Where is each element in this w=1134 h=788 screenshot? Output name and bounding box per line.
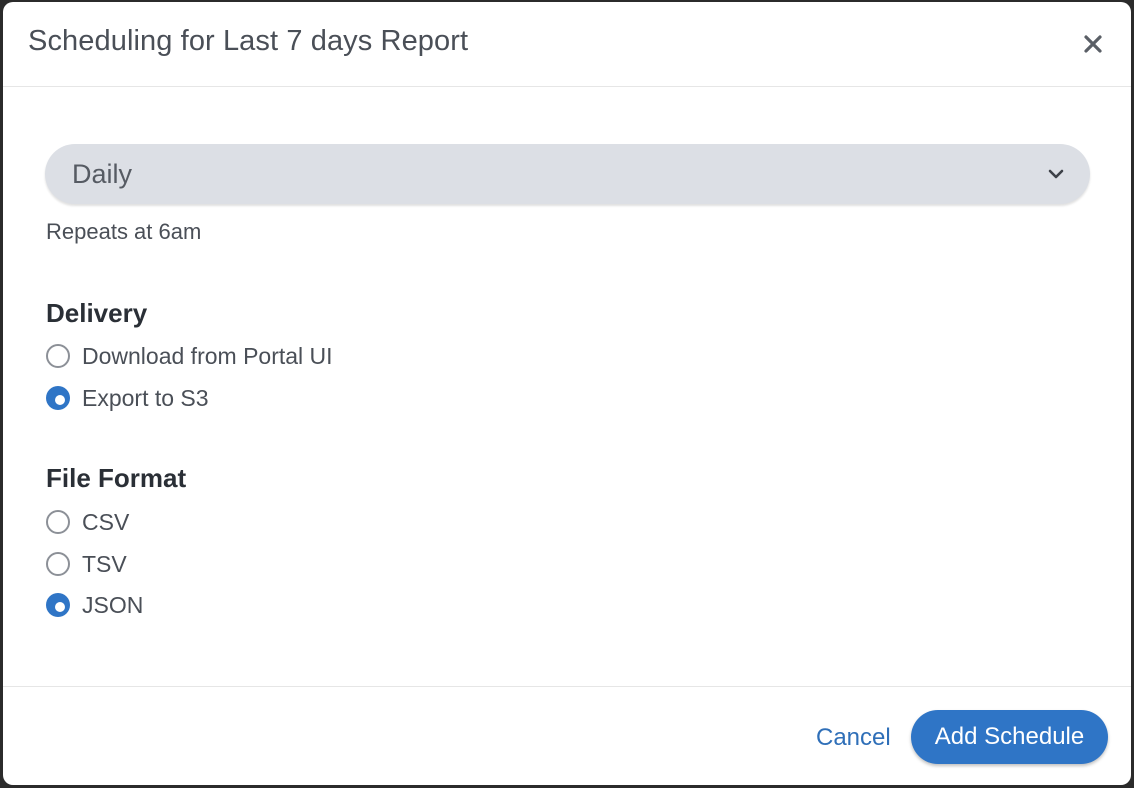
dialog-footer: Cancel Add Schedule bbox=[3, 686, 1131, 785]
add-schedule-button[interactable]: Add Schedule bbox=[911, 710, 1108, 764]
delivery-option-download[interactable]: Download from Portal UI bbox=[46, 341, 333, 371]
dialog-title: Scheduling for Last 7 days Report bbox=[28, 25, 469, 57]
radio-label: Download from Portal UI bbox=[82, 342, 333, 369]
file-format-option-tsv[interactable]: TSV bbox=[46, 549, 127, 579]
frequency-select-value: Daily bbox=[72, 159, 133, 189]
radio-button-checked[interactable] bbox=[46, 386, 70, 410]
delivery-option-s3[interactable]: Export to S3 bbox=[46, 383, 209, 413]
radio-label: Export to S3 bbox=[82, 384, 209, 411]
close-icon bbox=[1084, 35, 1102, 53]
radio-label: JSON bbox=[82, 591, 144, 618]
chevron-down-icon bbox=[1048, 169, 1064, 179]
dialog-header: Scheduling for Last 7 days Report bbox=[3, 2, 1131, 87]
radio-button[interactable] bbox=[46, 552, 70, 576]
file-format-option-json[interactable]: JSON bbox=[46, 590, 143, 620]
delivery-section-title: Delivery bbox=[46, 298, 148, 328]
radio-label: CSV bbox=[82, 508, 130, 535]
radio-button-checked[interactable] bbox=[46, 593, 70, 617]
radio-button[interactable] bbox=[46, 510, 70, 534]
close-button[interactable] bbox=[1079, 30, 1107, 58]
repeat-helper-text: Repeats at 6am bbox=[46, 219, 202, 244]
schedule-dialog: Scheduling for Last 7 days Report Daily … bbox=[3, 2, 1131, 785]
file-format-option-csv[interactable]: CSV bbox=[46, 507, 129, 537]
add-schedule-button-label: Add Schedule bbox=[934, 723, 1085, 750]
cancel-button[interactable]: Cancel bbox=[816, 724, 891, 752]
file-format-section-title: File Format bbox=[46, 463, 187, 493]
radio-button[interactable] bbox=[46, 344, 70, 368]
frequency-select[interactable]: Daily bbox=[45, 144, 1090, 204]
radio-label: TSV bbox=[82, 550, 127, 577]
